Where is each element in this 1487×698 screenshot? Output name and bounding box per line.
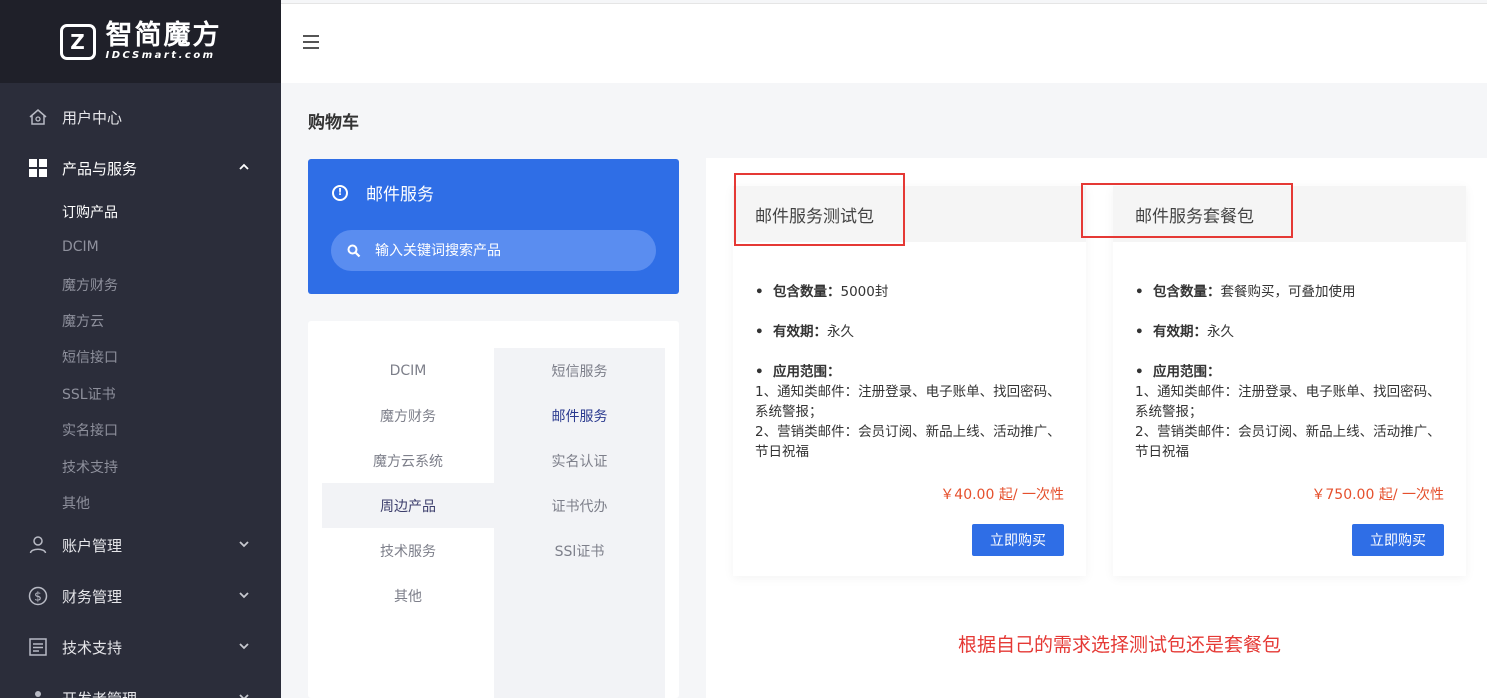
scope-line: 1、通知类邮件：注册登录、电子账单、找回密码、系统警报；: [1135, 384, 1441, 420]
product-card: 邮件服务套餐包 • 包含数量：套餐购买，可叠加使用 • 有效期：永久 • 应用范围： …: [1113, 186, 1466, 576]
sidebar-item-order-products[interactable]: 订购产品: [62, 202, 118, 222]
chevron-down-icon: [239, 694, 249, 698]
hamburger-icon[interactable]: [303, 35, 319, 49]
category-realname-auth[interactable]: 实名认证: [494, 438, 665, 483]
nav-tech-support[interactable]: 技术支持: [0, 622, 281, 672]
nav-tech-support-label: 技术支持: [62, 638, 123, 657]
validity-value: 永久: [827, 324, 854, 340]
sidebar-item-dcim[interactable]: DCIM: [62, 239, 99, 255]
scope-label: 应用范围：: [773, 364, 841, 380]
buy-now-button[interactable]: 立即购买: [972, 524, 1064, 556]
sidebar-item-tech-support[interactable]: 技术支持: [62, 457, 118, 477]
sidebar: Z 智简魔方 IDCSmart.com 用户中心 产品与服务 订购产品 DCIM…: [0, 0, 281, 698]
category-dcim[interactable]: DCIM: [322, 348, 494, 393]
category-ssl-certificate[interactable]: SSl证书: [494, 528, 665, 573]
validity-label: 有效期：: [1153, 324, 1207, 340]
category-other[interactable]: 其他: [322, 573, 494, 618]
annotation-highlight-box: [734, 173, 905, 246]
sidebar-item-other[interactable]: 其他: [62, 493, 90, 513]
chevron-up-icon: [239, 163, 249, 170]
sidebar-item-realname[interactable]: 实名接口: [62, 420, 118, 440]
category-email-service[interactable]: 邮件服务: [494, 393, 665, 438]
logo-mark-icon: Z: [59, 23, 96, 60]
buy-now-button[interactable]: 立即购买: [1352, 524, 1444, 556]
logo-title: 智简魔方: [105, 20, 222, 51]
qty-label: 包含数量：: [773, 284, 841, 300]
nav-developer-management-label: 开发者管理: [62, 688, 137, 698]
nav-products-services[interactable]: 产品与服务: [0, 143, 281, 193]
qty-value: 5000封: [840, 284, 889, 300]
scope-label: 应用范围：: [1153, 364, 1221, 380]
document-icon: [28, 637, 48, 657]
developer-icon: [28, 688, 48, 698]
chevron-down-icon: [239, 643, 249, 650]
product-price: ￥750.00 起/ 一次性: [1311, 487, 1444, 503]
dollar-icon: $: [28, 586, 48, 606]
chevron-down-icon: [239, 592, 249, 599]
service-search-card: ! 邮件服务: [308, 159, 679, 294]
sidebar-item-cloud[interactable]: 魔方云: [62, 311, 104, 331]
nav-account-management[interactable]: 账户管理: [0, 520, 281, 570]
scope-line: 1、通知类邮件：注册登录、电子账单、找回密码、系统警报；: [755, 384, 1061, 420]
nav-finance-management[interactable]: $ 财务管理: [0, 571, 281, 621]
search-input[interactable]: [375, 242, 635, 259]
category-finance[interactable]: 魔方财务: [322, 393, 494, 438]
top-header: [281, 3, 1487, 83]
home-icon: [28, 107, 48, 127]
annotation-note: 根据自己的需求选择测试包还是套餐包: [958, 634, 1282, 656]
logo[interactable]: Z 智简魔方 IDCSmart.com: [0, 0, 281, 83]
annotation-highlight-box: [1081, 183, 1293, 238]
service-title: 邮件服务: [366, 185, 434, 205]
nav-developer-management[interactable]: 开发者管理: [0, 673, 281, 698]
category-certificate-agency[interactable]: 证书代办: [494, 483, 665, 528]
nav-user-center[interactable]: 用户中心: [0, 92, 281, 142]
user-icon: [28, 535, 48, 555]
category-peripheral-products[interactable]: 周边产品: [322, 483, 494, 528]
qty-label: 包含数量：: [1153, 284, 1221, 300]
nav-user-center-label: 用户中心: [62, 108, 123, 127]
qty-value: 套餐购买，可叠加使用: [1220, 284, 1356, 300]
logo-subtitle: IDCSmart.com: [105, 50, 216, 61]
sidebar-item-ssl[interactable]: SSL证书: [62, 384, 116, 404]
nav-finance-management-label: 财务管理: [62, 587, 123, 606]
scope-line: 2、营销类邮件：会员订阅、新品上线、活动推广、节日祝福: [755, 424, 1061, 460]
nav-products-services-label: 产品与服务: [62, 159, 138, 178]
info-icon: !: [332, 184, 348, 201]
grid-icon: [28, 158, 48, 178]
category-tech-services[interactable]: 技术服务: [322, 528, 494, 573]
nav-account-management-label: 账户管理: [62, 536, 123, 555]
sidebar-item-sms[interactable]: 短信接口: [62, 347, 118, 367]
sidebar-item-finance[interactable]: 魔方财务: [62, 275, 118, 295]
scope-line: 2、营销类邮件：会员订阅、新品上线、活动推广、节日祝福: [1135, 424, 1441, 460]
validity-value: 永久: [1207, 324, 1234, 340]
category-sms-service[interactable]: 短信服务: [494, 348, 665, 393]
page-title: 购物车: [308, 113, 359, 133]
svg-text:$: $: [34, 590, 42, 604]
search-bar: [331, 230, 656, 271]
category-cloud-system[interactable]: 魔方云系统: [322, 438, 494, 483]
search-icon[interactable]: [347, 244, 361, 258]
product-price: ￥40.00 起/ 一次性: [940, 487, 1064, 503]
category-panel: DCIM 魔方财务 魔方云系统 周边产品 技术服务 其他 短信服务 邮件服务 实…: [308, 321, 679, 698]
validity-label: 有效期：: [773, 324, 827, 340]
chevron-down-icon: [239, 541, 249, 548]
